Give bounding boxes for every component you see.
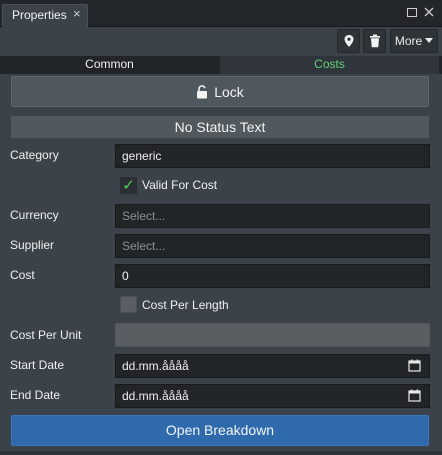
- lock-label: Lock: [214, 83, 244, 100]
- lock-button[interactable]: Lock: [11, 76, 429, 107]
- trash-icon: [369, 34, 380, 48]
- start-date-label: Start Date: [10, 358, 65, 372]
- tab-common[interactable]: Common: [0, 56, 219, 74]
- checkmark-icon: ✓: [122, 177, 135, 194]
- cost-per-unit-label: Cost Per Unit: [10, 328, 82, 342]
- supplier-label: Supplier: [10, 238, 55, 252]
- pin-button[interactable]: [337, 29, 360, 53]
- supplier-select[interactable]: Select...: [115, 234, 430, 258]
- cost-per-length-checkbox[interactable]: [120, 296, 137, 313]
- category-label: Category: [10, 148, 59, 162]
- open-breakdown-button[interactable]: Open Breakdown: [11, 415, 429, 446]
- cost-label: Cost: [10, 268, 35, 282]
- valid-for-cost-label: Valid For Cost: [142, 178, 218, 192]
- more-menu-button[interactable]: More: [390, 29, 438, 53]
- map-pin-icon: [344, 35, 353, 47]
- currency-select[interactable]: Select...: [115, 204, 430, 228]
- unlock-icon: [197, 84, 208, 98]
- category-input[interactable]: generic: [115, 144, 430, 168]
- bottom-edge: [0, 451, 442, 455]
- end-date-input[interactable]: dd.mm.åååå: [115, 384, 430, 408]
- more-label: More: [394, 34, 423, 48]
- status-text: No Status Text: [11, 116, 429, 138]
- cost-per-length-label: Cost Per Length: [142, 298, 229, 312]
- tab-close-icon[interactable]: ×: [73, 7, 81, 21]
- cost-input[interactable]: 0: [115, 264, 430, 288]
- delete-button[interactable]: [363, 29, 386, 53]
- calendar-icon[interactable]: [408, 359, 421, 372]
- calendar-icon[interactable]: [408, 389, 421, 402]
- tab-costs[interactable]: Costs: [220, 56, 439, 74]
- currency-label: Currency: [10, 208, 59, 222]
- close-icon[interactable]: [422, 5, 436, 19]
- cost-per-unit-input: [115, 323, 430, 347]
- end-date-label: End Date: [10, 388, 61, 402]
- panel-tab-label: Properties: [12, 8, 67, 22]
- maximize-icon[interactable]: [405, 5, 419, 19]
- panel-tab-properties[interactable]: Properties ×: [2, 4, 88, 27]
- caret-down-icon: [425, 38, 434, 43]
- start-date-input[interactable]: dd.mm.åååå: [115, 354, 430, 378]
